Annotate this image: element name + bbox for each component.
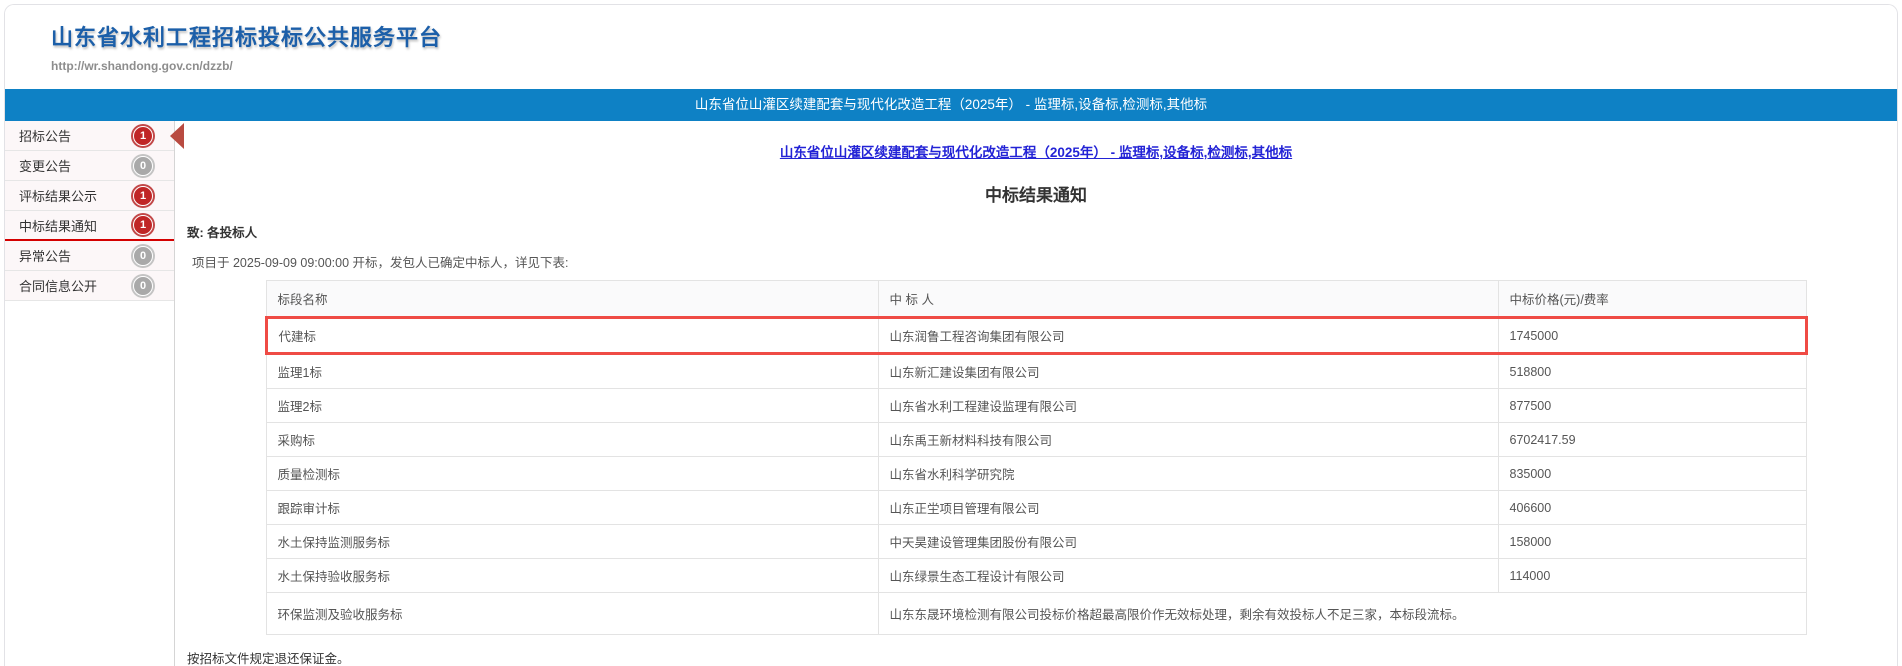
- table-row: 质量检测标山东省水利科学研究院835000: [266, 457, 1806, 491]
- count-badge: 0: [133, 276, 153, 296]
- page-title: 中标结果通知: [175, 181, 1897, 206]
- cell-price: 6702417.59: [1498, 423, 1806, 457]
- sidebar-item-label: 异常公告: [19, 246, 71, 265]
- sidebar-item-5[interactable]: 异常公告 0: [5, 241, 174, 271]
- count-badge: 1: [133, 126, 153, 146]
- cell-section-name: 水土保持验收服务标: [266, 559, 878, 593]
- cell-winner: 山东禹王新材料科技有限公司: [878, 423, 1498, 457]
- main-content: 山东省位山灌区续建配套与现代化改造工程（2025年） - 监理标,设备标,检测标…: [175, 121, 1897, 666]
- cell-price: 877500: [1498, 389, 1806, 423]
- table-row: 监理1标山东新汇建设集团有限公司518800: [266, 354, 1806, 389]
- cell-section-name: 监理2标: [266, 389, 878, 423]
- page-container: 山东省水利工程招标投标公共服务平台 http://wr.shandong.gov…: [4, 4, 1898, 666]
- cell-section-name: 监理1标: [266, 354, 878, 389]
- project-banner-title: 山东省位山灌区续建配套与现代化改造工程（2025年） - 监理标,设备标,检测标…: [695, 97, 1207, 112]
- cell-price: 114000: [1498, 559, 1806, 593]
- table-header-row: 标段名称 中 标 人 中标价格(元)/费率: [266, 281, 1806, 318]
- salutation-text: 致: 各投标人: [187, 222, 1897, 241]
- site-header: 山东省水利工程招标投标公共服务平台 http://wr.shandong.gov…: [5, 5, 1897, 89]
- count-badge: 1: [133, 186, 153, 206]
- col-header-price: 中标价格(元)/费率: [1498, 281, 1806, 318]
- cell-winner: 山东润鲁工程咨询集团有限公司: [878, 318, 1498, 354]
- cell-section-name: 采购标: [266, 423, 878, 457]
- cell-winner: 山东正坣项目管理有限公司: [878, 491, 1498, 525]
- cell-winner: 山东绿景生态工程设计有限公司: [878, 559, 1498, 593]
- table-row: 跟踪审计标山东正坣项目管理有限公司406600: [266, 491, 1806, 525]
- sidebar-menu: 招标公告 1 变更公告 0 评标结果公示 1 中标结果通知 1 异常公告 0 合同信息公开 0: [5, 121, 175, 666]
- table-row: 环保监测及验收服务标山东东晟环境检测有限公司投标价格超最高限价作无效标处理，剩余…: [266, 593, 1806, 635]
- results-table-body: 代建标山东润鲁工程咨询集团有限公司1745000监理1标山东新汇建设集团有限公司…: [266, 318, 1806, 635]
- deposit-note: 按招标文件规定退还保证金。: [187, 648, 1897, 666]
- cell-price: 406600: [1498, 491, 1806, 525]
- sidebar-item-label: 变更公告: [19, 156, 71, 175]
- sidebar-item-label: 招标公告: [19, 126, 71, 145]
- cell-section-name: 环保监测及验收服务标: [266, 593, 878, 635]
- table-row: 水土保持监测服务标中天昊建设管理集团股份有限公司158000: [266, 525, 1806, 559]
- table-row: 代建标山东润鲁工程咨询集团有限公司1745000: [266, 318, 1806, 354]
- sidebar-item-label: 评标结果公示: [19, 186, 97, 205]
- site-url: http://wr.shandong.gov.cn/dzzb/: [51, 59, 1897, 73]
- count-badge: 1: [133, 215, 153, 235]
- cell-winner: 山东省水利工程建设监理有限公司: [878, 389, 1498, 423]
- table-row: 水土保持验收服务标山东绿景生态工程设计有限公司114000: [266, 559, 1806, 593]
- project-doc-link[interactable]: 山东省位山灌区续建配套与现代化改造工程（2025年） - 监理标,设备标,检测标…: [780, 145, 1292, 160]
- count-badge: 0: [133, 246, 153, 266]
- cell-price: 518800: [1498, 354, 1806, 389]
- intro-text: 项目于 2025-09-09 09:00:00 开标，发包人已确定中标人，详见下…: [192, 252, 1897, 271]
- sidebar-item-2[interactable]: 变更公告 0: [5, 151, 174, 181]
- sidebar-item-label: 中标结果通知: [19, 216, 97, 235]
- cell-winner: 山东新汇建设集团有限公司: [878, 354, 1498, 389]
- cell-price: 835000: [1498, 457, 1806, 491]
- selected-arrow-icon: [170, 123, 184, 149]
- col-header-winner: 中 标 人: [878, 281, 1498, 318]
- doc-link-row: 山东省位山灌区续建配套与现代化改造工程（2025年） - 监理标,设备标,检测标…: [175, 141, 1897, 162]
- sidebar-item-4[interactable]: 中标结果通知 1: [5, 211, 174, 241]
- cell-section-name: 代建标: [266, 318, 878, 354]
- site-logo-title: 山东省水利工程招标投标公共服务平台: [51, 20, 1897, 52]
- count-badge: 0: [133, 156, 153, 176]
- cell-winner: 中天昊建设管理集团股份有限公司: [878, 525, 1498, 559]
- table-row: 监理2标山东省水利工程建设监理有限公司877500: [266, 389, 1806, 423]
- sidebar-item-3[interactable]: 评标结果公示 1: [5, 181, 174, 211]
- cell-section-name: 跟踪审计标: [266, 491, 878, 525]
- cell-winner: 山东东晟环境检测有限公司投标价格超最高限价作无效标处理，剩余有效投标人不足三家，…: [878, 593, 1806, 635]
- project-banner: 山东省位山灌区续建配套与现代化改造工程（2025年） - 监理标,设备标,检测标…: [5, 89, 1897, 121]
- cell-winner: 山东省水利科学研究院: [878, 457, 1498, 491]
- cell-price: 1745000: [1498, 318, 1806, 354]
- sidebar-item-6[interactable]: 合同信息公开 0: [5, 271, 174, 301]
- col-header-section: 标段名称: [266, 281, 878, 318]
- cell-price: 158000: [1498, 525, 1806, 559]
- sidebar-item-label: 合同信息公开: [19, 276, 97, 295]
- content-layout: 招标公告 1 变更公告 0 评标结果公示 1 中标结果通知 1 异常公告 0 合同信息公开 0 山东省…: [5, 121, 1897, 666]
- results-table: 标段名称 中 标 人 中标价格(元)/费率 代建标山东润鲁工程咨询集团有限公司1…: [265, 280, 1808, 635]
- cell-section-name: 质量检测标: [266, 457, 878, 491]
- table-row: 采购标山东禹王新材料科技有限公司6702417.59: [266, 423, 1806, 457]
- sidebar-item-1[interactable]: 招标公告 1: [5, 121, 174, 151]
- cell-section-name: 水土保持监测服务标: [266, 525, 878, 559]
